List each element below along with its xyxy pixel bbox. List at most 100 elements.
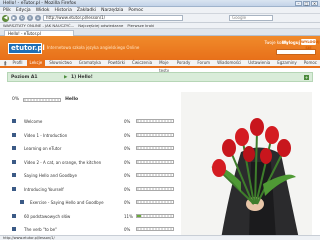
- lesson-progress-bar: [136, 173, 174, 177]
- home-icon[interactable]: ⌂: [35, 15, 41, 21]
- lesson-progress-bar: [136, 119, 174, 123]
- lesson-title: 1) Hello!: [71, 75, 93, 80]
- minimize-icon[interactable]: –: [295, 1, 302, 6]
- home-icon[interactable]: [4, 60, 7, 66]
- lesson-percent: 0%: [124, 146, 131, 151]
- logout-link[interactable]: Wyloguj: [282, 40, 300, 45]
- lesson-progress-bar: [136, 186, 174, 191]
- close-icon[interactable]: ×: [311, 1, 318, 6]
- lesson-label[interactable]: Learning on eTutor: [24, 146, 61, 151]
- lesson-label[interactable]: Welcome: [24, 119, 42, 124]
- lesson-label[interactable]: Video 2 - A cat, an orange, the kitchen: [24, 160, 101, 165]
- nav-my-tests[interactable]: Moje testy: [156, 59, 173, 73]
- lesson-percent: 11%: [124, 213, 133, 219]
- nav-forum[interactable]: Forum: [194, 59, 213, 67]
- menu-view[interactable]: Widok: [36, 8, 50, 13]
- status-bar: http://www.etutor.pl/lesson/1/: [0, 235, 320, 240]
- bookmark-item[interactable]: WARSZTATY ONLINE - JAK NAUCZYĆ...: [3, 23, 74, 28]
- lesson-icon: [12, 213, 16, 218]
- lesson-label[interactable]: 60 podstawowych słów: [24, 214, 70, 219]
- lesson-progress-bar: [136, 200, 174, 204]
- lesson-icon: [12, 119, 16, 123]
- bookmark-item[interactable]: Najczęściej odwiedzane: [78, 23, 123, 28]
- lesson-progress-fill: [137, 214, 141, 217]
- lesson-label[interactable]: Exercise - Saying Hello and Goodbye: [30, 200, 104, 205]
- overall-progress-bar: [23, 97, 62, 102]
- lesson-progress-bar: [136, 132, 174, 137]
- forward-icon[interactable]: ▶: [11, 15, 17, 21]
- list-item[interactable]: Video 1 - Introduction 0%: [12, 130, 174, 144]
- lesson-icon: [12, 186, 16, 191]
- site-nav: Profil Lekcje Słownictwo Gramatyka Powtó…: [0, 59, 320, 73]
- nav-lessons[interactable]: Lekcje: [26, 59, 46, 67]
- nav-exams[interactable]: Egzaminy: [274, 59, 300, 67]
- window-titlebar: Hello! - eTutor.pl - Mozilla Firefox – □…: [0, 0, 320, 7]
- lesson-label[interactable]: Introducing Yourself: [24, 187, 64, 192]
- tulips-photo: [181, 92, 312, 239]
- lesson-label[interactable]: Saying Hello and Goodbye: [24, 173, 77, 178]
- lesson-percent: 0%: [124, 186, 131, 192]
- lesson-icon: [12, 173, 16, 177]
- search-input[interactable]: Google: [229, 15, 273, 21]
- site-search-input[interactable]: [276, 49, 316, 55]
- tulips-bouquet-image: [181, 92, 312, 239]
- bookmark-item[interactable]: Pierwsze kroki: [127, 23, 154, 28]
- maximize-icon[interactable]: □: [303, 1, 310, 6]
- nav-exercises[interactable]: Ćwiczenia: [129, 59, 155, 67]
- nav-vocabulary[interactable]: Słownictwo: [46, 59, 75, 67]
- expand-icon[interactable]: +: [304, 75, 309, 80]
- lesson-progress-bar: [136, 159, 174, 164]
- list-item[interactable]: Video 2 - A cat, an orange, the kitchen 0…: [12, 157, 174, 171]
- nav-messages[interactable]: Wiadomości: [214, 59, 244, 67]
- window-title: Hello! - eTutor.pl - Mozilla Firefox: [3, 1, 77, 6]
- lesson-percent: 0%: [124, 159, 131, 165]
- menu-file[interactable]: Plik: [3, 8, 11, 13]
- list-item[interactable]: Exercise - Saying Hello and Goodbye 0%: [12, 197, 174, 211]
- lesson-icon: [20, 200, 24, 204]
- logout-button[interactable]: WYLOGUJ SIĘ: [301, 39, 320, 50]
- menu-bar: Plik Edycja Widok Historia Zakładki Narz…: [0, 7, 320, 14]
- stop-icon[interactable]: ×: [27, 15, 33, 21]
- lesson-list: Welcome 0% Video 1 - Introduction 0% Learnin…: [12, 116, 174, 238]
- lesson-label[interactable]: Video 1 - Introduction: [24, 133, 67, 138]
- level-bar: Poziom A1 ▶ 1) Hello! +: [7, 72, 313, 82]
- window-controls: – □ ×: [295, 1, 318, 6]
- menu-bookmarks[interactable]: Zakładki: [77, 8, 96, 13]
- list-item[interactable]: Introducing Yourself 0%: [12, 184, 174, 198]
- nav-settings[interactable]: Ustawienia: [245, 59, 273, 67]
- list-item[interactable]: 60 podstawowych słów 11%: [12, 211, 174, 225]
- overall-percent: 0%: [12, 97, 20, 102]
- arrow-right-icon: ▶: [64, 75, 68, 80]
- site-logo[interactable]: etutor.pl: [8, 43, 45, 54]
- nav-help[interactable]: Pomoc: [301, 59, 320, 67]
- list-item[interactable]: Learning on eTutor 0%: [12, 143, 174, 157]
- list-item[interactable]: Welcome 0%: [12, 116, 174, 130]
- lesson-icon: [12, 146, 16, 150]
- lesson-percent: 0%: [124, 132, 131, 138]
- menu-help[interactable]: Pomoc: [128, 8, 143, 13]
- list-item[interactable]: Saying Hello and Goodbye 0%: [12, 170, 174, 184]
- nav-tips[interactable]: Porady: [174, 59, 194, 67]
- lesson-icon: [12, 227, 16, 231]
- nav-reviews[interactable]: Powtórki: [105, 59, 128, 67]
- reload-icon[interactable]: ↻: [19, 15, 25, 21]
- lesson-percent: 0%: [124, 173, 131, 178]
- nav-profile[interactable]: Profil: [10, 59, 26, 67]
- lesson-progress-bar: [136, 227, 174, 231]
- menu-tools[interactable]: Narzędzia: [101, 8, 123, 13]
- level-label[interactable]: Poziom A1: [11, 75, 38, 80]
- lesson-percent: 0%: [124, 227, 131, 232]
- address-bar[interactable]: http://www.etutor.pl/lesson/1/: [43, 15, 183, 21]
- site-header: etutor.pl Internetowa szkoła języka angi…: [0, 36, 320, 60]
- lesson-percent: 0%: [124, 200, 131, 205]
- lesson-label[interactable]: The verb "to be": [24, 227, 57, 232]
- lesson-percent: 0%: [124, 119, 131, 124]
- lesson-progress-bar: [136, 213, 174, 218]
- tab-strip: Hello! - eTutor.pl: [0, 29, 320, 36]
- overall-lesson-name: Hello: [65, 97, 79, 102]
- menu-edit[interactable]: Edycja: [16, 8, 31, 13]
- navigation-toolbar: ◀ ▶ ↻ × ⌂ http://www.etutor.pl/lesson/1/…: [0, 14, 320, 23]
- nav-grammar[interactable]: Gramatyka: [76, 59, 104, 67]
- back-icon[interactable]: ◀: [2, 14, 9, 22]
- menu-history[interactable]: Historia: [55, 8, 72, 13]
